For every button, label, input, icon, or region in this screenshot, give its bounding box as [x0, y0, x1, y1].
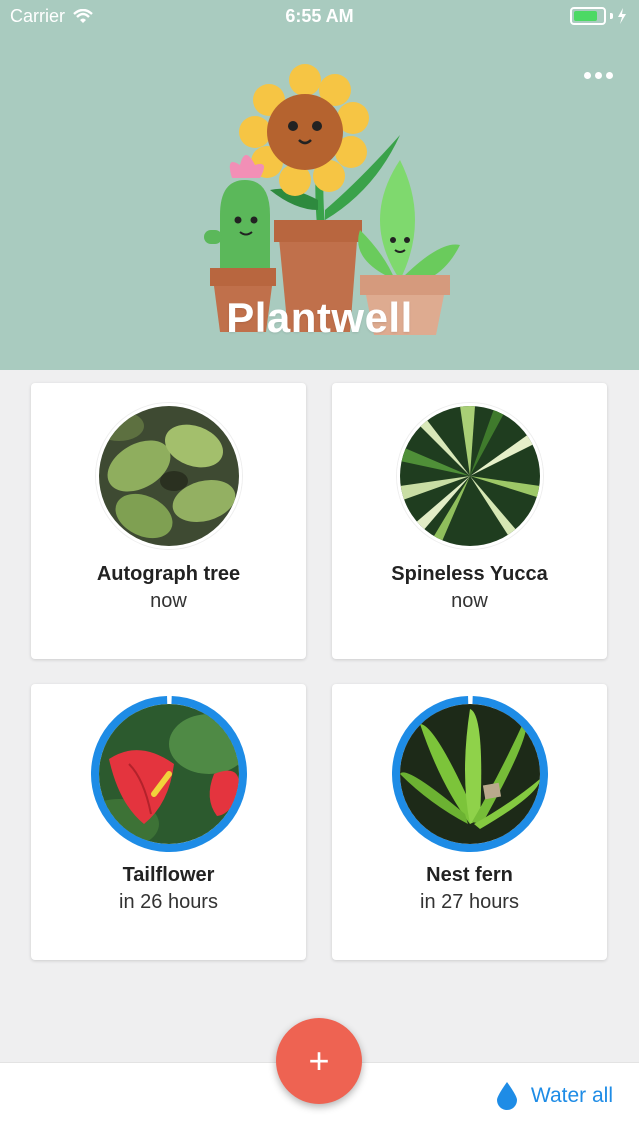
plant-due: in 27 hours: [420, 891, 519, 913]
water-all-label: Water all: [530, 1084, 613, 1107]
plant-name: Spineless Yucca: [391, 563, 548, 585]
plant-photo: [399, 704, 540, 844]
plant-due: in 26 hours: [119, 891, 218, 913]
status-time: 6:55 AM: [285, 6, 354, 26]
plus-icon: +: [308, 1040, 330, 1081]
plant-due: now: [451, 590, 488, 612]
app-title: Plantwell: [226, 294, 413, 341]
plant-name: Autograph tree: [96, 563, 241, 585]
plant-card-spineless-yucca[interactable]: Spineless Yucca now: [332, 383, 607, 659]
plant-card-autograph-tree[interactable]: Autograph tree now: [31, 383, 306, 659]
more-options-icon[interactable]: [580, 68, 617, 83]
water-drop-icon: [496, 1082, 517, 1110]
plant-photo: [95, 403, 242, 549]
battery-icon: [570, 7, 627, 25]
plant-photo: [396, 403, 543, 549]
charging-icon: [618, 8, 626, 24]
water-all-button[interactable]: Water all: [496, 1082, 613, 1110]
header: Plantwell: [0, 0, 639, 370]
plant-name: Tailflower: [122, 864, 215, 886]
add-plant-button[interactable]: +: [276, 1018, 362, 1104]
plant-card-tailflower[interactable]: Tailflower in 26 hours: [31, 684, 306, 960]
plant-due: now: [150, 590, 187, 612]
plant-name: Nest fern: [426, 864, 513, 886]
status-bar: Carrier 6:55 AM: [0, 0, 639, 34]
plant-photo: [98, 704, 239, 844]
plant-card-nest-fern[interactable]: Nest fern in 27 hours: [332, 684, 607, 960]
